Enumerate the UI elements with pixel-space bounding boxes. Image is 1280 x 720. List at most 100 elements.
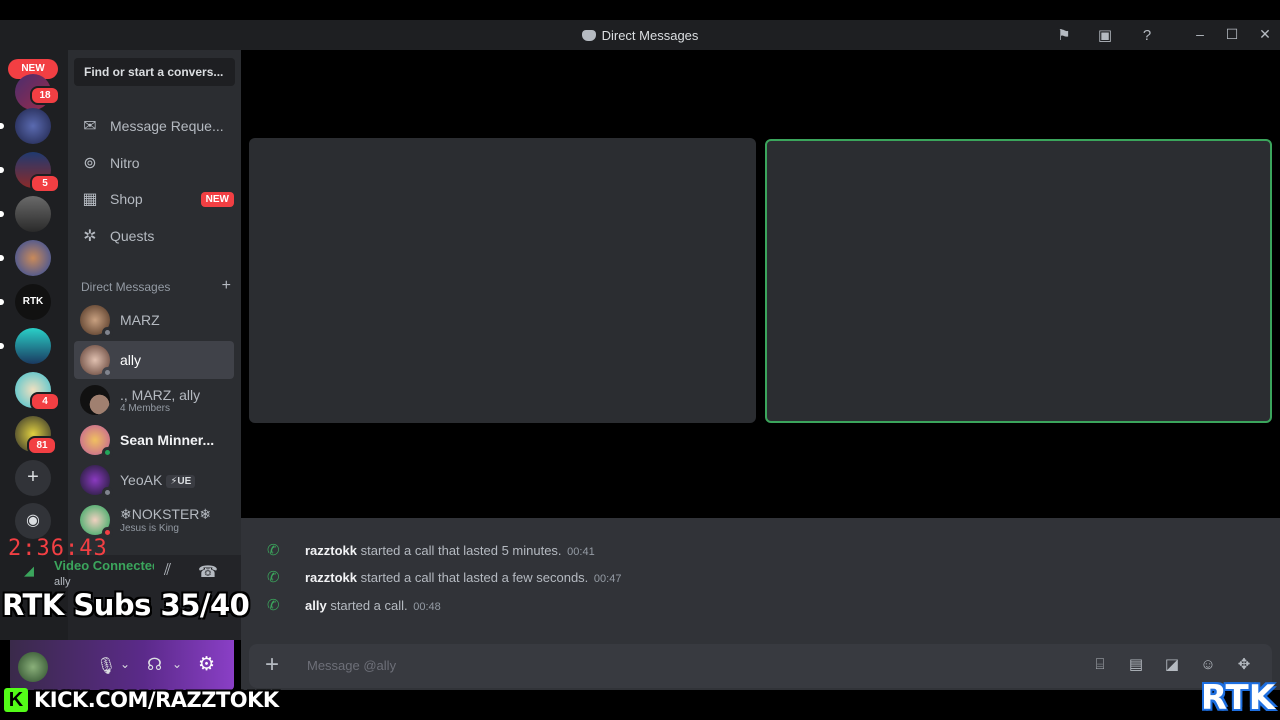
nav-nitro[interactable]: ⊚ Nitro [74,146,234,180]
window-title: Direct Messages [0,28,1280,43]
phone-icon: ✆ [267,597,280,614]
unread-badge: 18 [30,86,60,105]
video-tile-speaking[interactable] [765,139,1272,423]
clan-tag: ⚡UE [166,475,196,488]
unread-badge: 5 [30,174,60,193]
dm-item-marz[interactable]: MARZ [74,301,234,339]
unread-pip [0,343,4,349]
search-input[interactable]: Find or start a convers... [74,58,235,86]
unread-pip [0,167,4,173]
status-offline-icon [102,367,113,378]
nav-shop[interactable]: ▦ Shop NEW [74,182,234,216]
timestamp: 00:48 [413,601,441,613]
phone-icon: ✆ [267,569,280,586]
message-author[interactable]: razztokk [305,543,357,558]
signal-icon: ◢ [24,563,34,578]
status-offline-icon [102,487,113,498]
minimize-button[interactable]: – [1190,26,1210,42]
nav-label: Quests [110,228,155,244]
message-composer: + Message @ally ⌸ ▤ ◪ ☺ ✥ [249,644,1272,688]
add-server-button[interactable]: + [15,460,51,496]
unread-pip [0,299,4,305]
system-message: ✆ ally started a call. 00:48 [267,596,441,614]
maximize-button[interactable]: ☐ [1222,26,1242,43]
message-text: started a call. [330,598,408,613]
dm-subtext: 4 Members [120,402,171,414]
message-author[interactable]: ally [305,598,327,613]
kick-url: KICK.COM/RAZZTOKK [34,688,279,712]
status-online-icon [102,447,113,458]
timestamp: 00:41 [567,546,595,558]
unread-pip [0,255,4,261]
nitro-icon: ⊚ [83,155,97,172]
emoji-icon[interactable]: ☺ [1198,655,1218,675]
create-dm-icon[interactable]: + [222,277,231,295]
server-icon[interactable] [15,108,51,144]
avatar [80,505,113,538]
microphone-icon[interactable]: 🎙 [96,656,116,676]
sticker-icon[interactable]: ◪ [1162,655,1182,675]
dm-item-ally[interactable]: ally [74,341,234,379]
server-icon[interactable] [15,196,51,232]
help-icon[interactable]: ? [1138,26,1156,44]
dm-item-sean[interactable]: Sean Minner... [74,421,234,459]
dm-name: ., MARZ, ally 4 Members [120,386,201,414]
flag-icon[interactable]: ⚑ [1055,26,1073,44]
message-text: started a call that lasted 5 minutes. [360,543,562,558]
inbox-icon[interactable]: ▣ [1096,26,1114,44]
unread-badge: 81 [27,436,57,455]
nav-message-requests[interactable]: ✉ Message Reque... [74,109,234,143]
attach-icon[interactable]: + [265,652,279,678]
dm-subtext: Jesus is King [120,523,179,534]
sub-goal: RTK Subs 35/40 [2,588,250,622]
headphones-icon[interactable]: ☊ [147,655,162,675]
message-author[interactable]: razztokk [305,570,357,585]
avatar [80,465,113,498]
message-input[interactable]: Message @ally [307,658,396,673]
discord-icon [581,30,596,41]
chevron-down-icon[interactable]: ⌄ [172,657,182,671]
gif-icon[interactable]: ▤ [1126,655,1146,675]
dm-name: Sean Minner... [120,432,215,448]
quests-icon: ✲ [83,228,97,245]
group-avatar [80,385,110,415]
disconnect-icon[interactable]: ☎ [198,562,218,582]
composer-icons: ⌸ ▤ ◪ ☺ ✥ [1090,655,1254,675]
server-icon[interactable] [15,328,51,364]
kick-logo-icon: K [4,688,28,712]
chat-area: ✆ razztokk started a call that lasted 5 m… [241,518,1280,690]
dm-item-nokster[interactable]: ❄NOKSTER❄ Jesus is King [74,501,234,539]
new-badge: NEW [200,191,234,207]
phone-icon: ✆ [267,542,280,559]
unread-badge: 4 [30,392,60,411]
dm-item-group[interactable]: ., MARZ, ally 4 Members [74,381,234,419]
voice-channel[interactable]: ally [54,576,71,588]
chevron-down-icon[interactable]: ⌄ [120,657,130,671]
envelope-icon: ✉ [83,118,97,135]
nav-label: Nitro [110,155,140,171]
timestamp: 00:47 [593,573,622,585]
dm-name: YeoAK ⚡UE [120,472,196,488]
server-icon-rtk[interactable]: RTK [15,284,51,320]
explore-button[interactable]: ◉ [15,503,51,539]
system-message: ✆ razztokk started a call that lasted 5 m… [267,541,595,559]
avatar [80,425,113,458]
shop-icon: ▦ [82,191,98,208]
nav-quests[interactable]: ✲ Quests [74,219,234,253]
dm-name: ❄NOKSTER❄ Jesus is King [120,506,212,534]
dm-name: ally [120,352,142,368]
system-message: ✆ razztokk started a call that lasted a f… [267,568,621,586]
message-text: started a call that lasted a few seconds… [360,570,589,585]
noise-suppression-icon[interactable]: ⫽ [164,562,171,580]
server-icon[interactable] [15,240,51,276]
dm-section-header: Direct Messages + [81,277,231,295]
dm-item-yeoak[interactable]: YeoAK ⚡UE [74,461,234,499]
user-panel: 🎙 ⌄ ☊ ⌄ ⚙ [10,640,234,690]
gift-icon[interactable]: ⌸ [1090,655,1110,675]
video-tile[interactable] [249,138,756,423]
close-button[interactable]: ✕ [1255,26,1275,43]
rtk-logo: RTK [1200,678,1276,718]
apps-icon[interactable]: ✥ [1234,655,1254,675]
gear-icon[interactable]: ⚙ [198,653,215,676]
user-avatar[interactable] [18,652,48,682]
